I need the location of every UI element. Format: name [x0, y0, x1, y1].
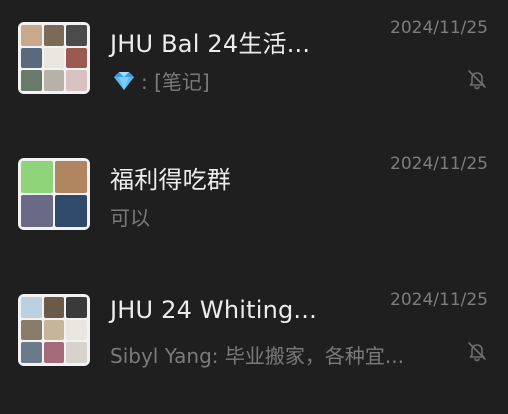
- avatar-tile: [66, 319, 87, 341]
- avatar-tile: [66, 70, 87, 91]
- avatar-tile: [43, 297, 65, 318]
- avatar-tile: [66, 342, 87, 363]
- chat-date: 2024/11/25: [390, 290, 488, 310]
- gem-icon: [114, 71, 134, 90]
- chat-item[interactable]: 福利得吃群 2024/11/25 可以: [0, 136, 508, 246]
- chat-preview-text: Sibyl Yang: 毕业搬家，各种宜...: [110, 344, 404, 368]
- avatar-tile: [43, 70, 65, 91]
- avatar-tile: [43, 25, 65, 46]
- chat-preview: Sibyl Yang: 毕业搬家，各种宜...: [110, 340, 404, 369]
- chat-title: 福利得吃群: [110, 166, 231, 194]
- avatar-tile: [66, 25, 87, 46]
- avatar-tile: [21, 342, 42, 363]
- avatar-tile: [21, 25, 42, 46]
- chat-preview: 可以: [110, 202, 150, 231]
- avatar-tile: [43, 342, 65, 363]
- avatar-tile: [21, 297, 42, 318]
- mute-bell-icon: [468, 70, 486, 90]
- chat-date: 2024/11/25: [390, 18, 488, 38]
- avatar-tile: [66, 297, 87, 318]
- chat-title: JHU Bal 24生活...: [110, 30, 311, 58]
- group-avatar: [18, 158, 90, 230]
- chat-item[interactable]: JHU Bal 24生活... 2024/11/25 : [笔记]: [0, 0, 508, 110]
- avatar-tile: [21, 70, 42, 91]
- avatar-tile: [21, 47, 42, 69]
- chat-preview-text: : [笔记]: [141, 70, 210, 94]
- avatar-tile: [21, 161, 53, 193]
- chat-item[interactable]: JHU 24 Whiting... 2024/11/25 Sibyl Yang:…: [0, 272, 508, 382]
- avatar-tile: [21, 319, 42, 341]
- avatar-tile: [55, 195, 87, 227]
- chat-title: JHU 24 Whiting...: [110, 296, 317, 324]
- avatar-tile: [55, 161, 87, 193]
- avatar-tile: [43, 319, 65, 341]
- chat-preview: : [笔记]: [110, 66, 210, 95]
- avatar-tile: [66, 47, 87, 69]
- group-avatar: [18, 22, 90, 94]
- mute-bell-icon: [468, 342, 486, 362]
- avatar-tile: [21, 195, 53, 227]
- avatar-tile: [43, 47, 65, 69]
- chat-date: 2024/11/25: [390, 154, 488, 174]
- chat-preview-text: 可以: [110, 206, 150, 230]
- group-avatar: [18, 294, 90, 366]
- chat-list: JHU Bal 24生活... 2024/11/25 : [笔记] 福利得吃群 …: [0, 0, 508, 414]
